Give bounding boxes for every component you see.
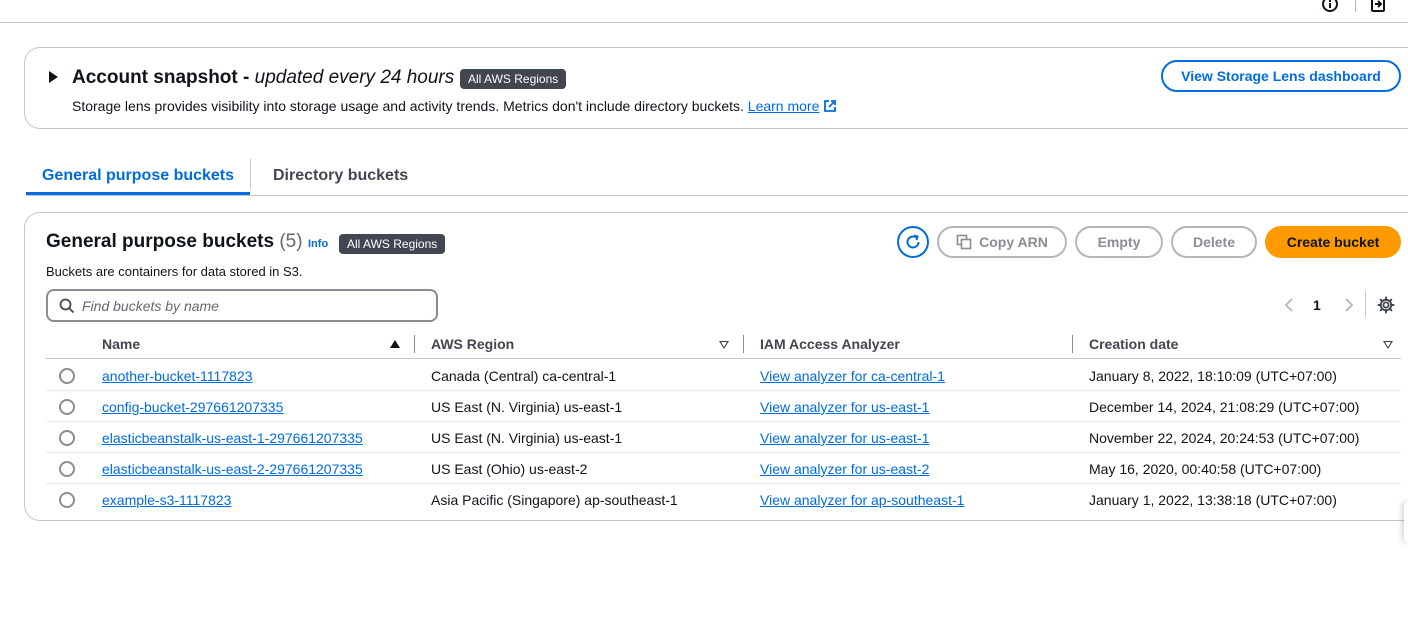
bucket-tabs: General purpose buckets Directory bucket… [26,157,1408,196]
export-icon[interactable] [1369,0,1387,13]
table-row[interactable]: example-s3-1117823 Asia Pacific (Singapo… [46,484,1401,515]
delete-button[interactable]: Delete [1171,226,1257,258]
current-page-number[interactable]: 1 [1313,297,1321,313]
creation-date-cell: December 14, 2024, 21:08:29 (UTC+07:00) [1089,399,1360,415]
column-header-name[interactable]: Name [102,336,140,352]
refresh-button[interactable] [897,226,929,258]
column-divider[interactable] [414,335,415,353]
top-bar [0,0,1408,23]
sort-ascending-icon[interactable] [390,340,400,348]
region-cell: Canada (Central) ca-central-1 [431,368,617,384]
bucket-name-link[interactable]: config-bucket-297661207335 [102,399,283,415]
external-link-icon[interactable] [823,99,837,116]
creation-date-cell: November 22, 2024, 20:24:53 (UTC+07:00) [1089,430,1360,446]
learn-more-link[interactable]: Learn more [748,98,820,114]
snapshot-description-text: Storage lens provides visibility into st… [72,98,748,114]
row-radio[interactable] [59,368,75,384]
gear-icon[interactable] [1377,296,1395,319]
analyzer-link[interactable]: View analyzer for us-east-1 [760,430,929,446]
analyzer-link[interactable]: View analyzer for us-east-1 [760,399,929,415]
topbar-divider [1355,0,1356,12]
info-link[interactable]: Info [308,238,328,250]
view-storage-lens-button[interactable]: View Storage Lens dashboard [1161,60,1401,92]
search-input[interactable] [82,297,422,315]
column-header-creation-date[interactable]: Creation date [1089,336,1178,352]
all-regions-badge: All AWS Regions [460,69,567,89]
column-header-iam[interactable]: IAM Access Analyzer [760,336,900,352]
table-header: Name AWS Region IAM Access Analyzer Crea… [46,333,1401,359]
sort-icon[interactable] [719,341,729,349]
previous-page-icon[interactable] [1283,297,1295,318]
pager-divider [1365,291,1366,317]
copy-arn-button[interactable]: Copy ARN [937,226,1067,258]
analyzer-link[interactable]: View analyzer for us-east-2 [760,461,929,477]
analyzer-link[interactable]: View analyzer for ap-southeast-1 [760,492,964,508]
bucket-count: (5) [279,231,303,252]
snapshot-description: Storage lens provides visibility into st… [72,98,837,116]
row-radio[interactable] [59,492,75,508]
snapshot-title-italic: updated every 24 hours [254,67,455,88]
snapshot-title-text: Account snapshot - [72,67,255,88]
region-cell: US East (Ohio) us-east-2 [431,461,588,477]
row-radio[interactable] [59,399,75,415]
bucket-name-link[interactable]: elasticbeanstalk-us-east-1-297661207335 [102,430,363,446]
tab-divider [250,159,251,189]
next-page-icon[interactable] [1343,297,1355,318]
copy-icon [956,234,972,250]
bucket-name-link[interactable]: another-bucket-1117823 [102,368,252,384]
column-divider[interactable] [1072,335,1073,353]
row-radio[interactable] [59,461,75,477]
expand-caret-icon[interactable] [49,71,58,83]
analyzer-link[interactable]: View analyzer for ca-central-1 [760,368,945,384]
panel-title: General purpose buckets (5) [46,231,303,253]
bucket-name-link[interactable]: example-s3-1117823 [102,492,231,508]
table-row[interactable]: another-bucket-1117823 Canada (Central) … [46,360,1401,391]
account-snapshot-panel: Account snapshot - updated every 24 hour… [24,47,1408,129]
table-row[interactable]: elasticbeanstalk-us-east-2-297661207335 … [46,453,1401,484]
copy-arn-label: Copy ARN [979,234,1048,250]
panel-title-text: General purpose buckets [46,231,275,252]
creation-date-cell: January 1, 2022, 13:38:18 (UTC+07:00) [1089,492,1337,508]
search-field[interactable] [46,289,438,322]
side-panel-edge [1404,502,1408,542]
bucket-name-link[interactable]: elasticbeanstalk-us-east-2-297661207335 [102,461,363,477]
snapshot-title[interactable]: Account snapshot - updated every 24 hour… [72,67,567,89]
create-bucket-button[interactable]: Create bucket [1265,226,1401,258]
empty-button[interactable]: Empty [1075,226,1163,258]
region-cell: US East (N. Virginia) us-east-1 [431,430,623,446]
refresh-icon [906,234,920,249]
sort-icon[interactable] [1383,341,1393,349]
panel-description: Buckets are containers for data stored i… [46,264,303,279]
search-icon [59,298,75,319]
table-row[interactable]: elasticbeanstalk-us-east-1-297661207335 … [46,422,1401,453]
region-cell: US East (N. Virginia) us-east-1 [431,399,623,415]
creation-date-cell: January 8, 2022, 18:10:09 (UTC+07:00) [1089,368,1337,384]
region-cell: Asia Pacific (Singapore) ap-southeast-1 [431,492,678,508]
column-divider[interactable] [743,335,744,353]
creation-date-cell: May 16, 2020, 00:40:58 (UTC+07:00) [1089,461,1322,477]
buckets-panel: General purpose buckets (5) Info All AWS… [24,212,1408,521]
tab-general-purpose-buckets[interactable]: General purpose buckets [26,157,250,195]
row-radio[interactable] [59,430,75,446]
tab-directory-buckets[interactable]: Directory buckets [273,157,408,195]
table-row[interactable]: config-bucket-297661207335 US East (N. V… [46,391,1401,422]
column-header-region[interactable]: AWS Region [431,336,514,352]
info-icon[interactable] [1321,0,1339,13]
all-regions-badge-panel: All AWS Regions [339,234,446,254]
